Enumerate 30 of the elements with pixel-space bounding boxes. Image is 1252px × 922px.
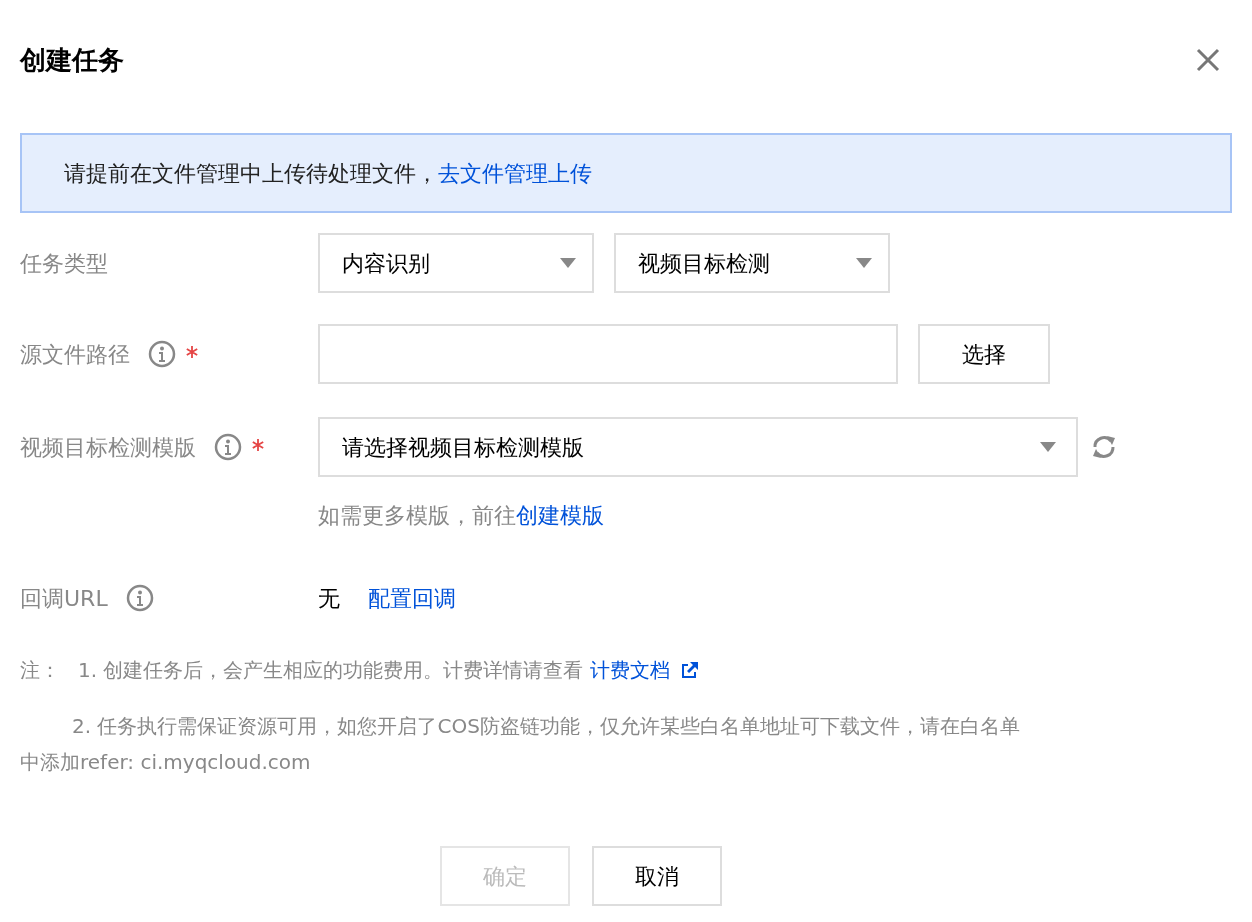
info-icon[interactable] — [148, 340, 176, 368]
note-text: 1. 创建任务后，会产生相应的功能费用。计费详情请查看 计费文档 — [78, 652, 700, 688]
dialog-title: 创建任务 — [20, 43, 124, 77]
template-hint-text: 如需更多模版，前往创建模版 — [318, 502, 604, 530]
field-label: 视频目标检测模版 — [20, 433, 196, 462]
field-label: 任务类型 — [20, 249, 108, 278]
create-template-link[interactable]: 创建模版 — [516, 503, 604, 528]
select-dropdown[interactable]: 视频目标检测 — [614, 233, 890, 293]
refresh-icon[interactable] — [1090, 433, 1118, 461]
external-link-icon[interactable] — [679, 660, 700, 680]
upload-link[interactable]: 去文件管理上传 — [438, 160, 592, 186]
template-select-dropdown[interactable]: 请选择视频目标检测模版 — [318, 417, 1078, 477]
dropdown-caret-icon — [560, 258, 576, 268]
select-dropdown[interactable]: 内容识别 — [318, 233, 594, 293]
note-text: 2. 任务执行需保证资源可用，如您开启了COS防盗链功能，仅允许某些白名单地址可下载文件，请在白名单中添加refer: ci.myqcloud.com — [20, 713, 1021, 776]
dropdown-caret-icon — [1040, 442, 1056, 452]
configure-callback-link[interactable]: 配置回调 — [368, 581, 456, 615]
choose-button[interactable]: 选择 — [918, 324, 1050, 384]
dropdown-caret-icon — [856, 258, 872, 268]
close-icon[interactable] — [1196, 48, 1220, 72]
path-input-field[interactable] — [318, 324, 898, 384]
info-icon[interactable] — [125, 584, 154, 612]
billing-doc-link[interactable]: 计费文档 — [589, 658, 670, 682]
field-label: 回调URL — [20, 584, 108, 613]
dialog-button[interactable]: 取消 — [592, 846, 722, 906]
callback-value: 无 — [318, 584, 340, 613]
notice-text: 请提前在文件管理中上传待处理文件，去文件管理上传 — [64, 159, 592, 188]
note-label: 注： — [20, 657, 61, 684]
field-label: 源文件路径 — [20, 340, 130, 369]
info-icon[interactable] — [214, 433, 242, 461]
